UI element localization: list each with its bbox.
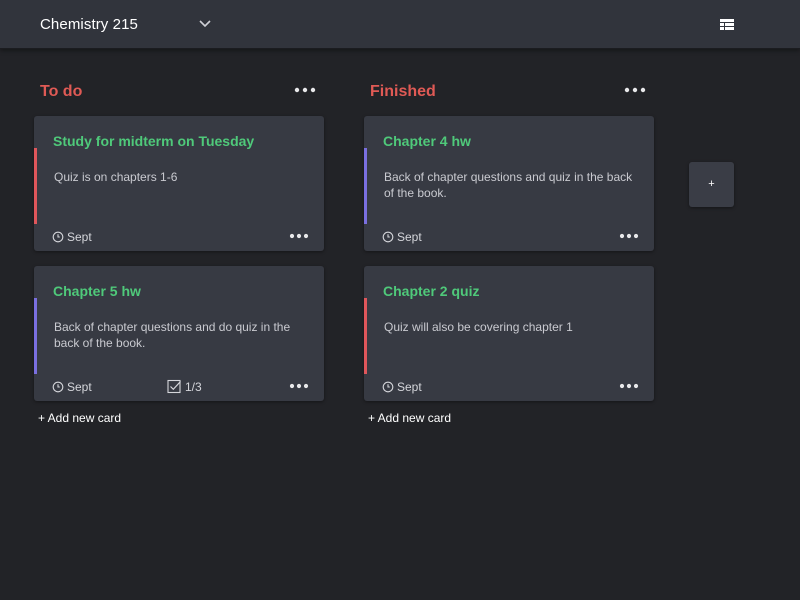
column-header: Finished — [364, 80, 656, 116]
more-horizontal-icon[interactable] — [624, 83, 646, 97]
card-title: Chapter 5 hw — [53, 283, 141, 299]
card-label-stripe — [34, 148, 37, 224]
card-description: Back of chapter questions and do quiz in… — [54, 320, 291, 350]
column-finished: Finished Chapter 4 hw Back of chapter qu… — [364, 80, 656, 425]
more-horizontal-icon[interactable] — [289, 379, 309, 391]
column-title[interactable]: Finished — [370, 83, 436, 101]
card-title: Chapter 2 quiz — [383, 283, 480, 299]
card-title: Chapter 4 hw — [383, 133, 471, 149]
card[interactable]: Study for midterm on Tuesday Quiz is on … — [34, 116, 324, 251]
clock-icon — [382, 231, 394, 243]
add-card-button[interactable]: + Add new card — [38, 411, 121, 425]
card-due-date[interactable]: Sept — [52, 380, 92, 394]
card-label-stripe — [364, 148, 367, 224]
more-horizontal-icon[interactable] — [289, 229, 309, 241]
column-header: To do — [34, 80, 326, 116]
card[interactable]: Chapter 2 quiz Quiz will also be coverin… — [364, 266, 654, 401]
column-todo: To do Study for midterm on Tuesday Quiz … — [34, 80, 326, 425]
card-date-text: Sept — [397, 230, 422, 244]
clock-icon — [382, 381, 394, 393]
card-date-text: Sept — [67, 230, 92, 244]
card-title: Study for midterm on Tuesday — [53, 133, 255, 149]
more-horizontal-icon[interactable] — [294, 83, 316, 97]
clock-icon — [52, 231, 64, 243]
column-title[interactable]: To do — [40, 83, 82, 101]
card[interactable]: Chapter 5 hw Back of chapter questions a… — [34, 266, 324, 401]
more-horizontal-icon[interactable] — [619, 229, 639, 241]
card-description: Back of chapter questions and quiz in th… — [384, 170, 633, 200]
card-checklist[interactable]: 1/3 — [167, 379, 202, 394]
card-due-date[interactable]: Sept — [52, 230, 92, 244]
card-description: Quiz is on chapters 1-6 — [54, 170, 178, 184]
checklist-count: 1/3 — [185, 379, 202, 394]
card[interactable]: Chapter 4 hw Back of chapter questions a… — [364, 116, 654, 251]
card-label-stripe — [364, 298, 367, 374]
clock-icon — [52, 381, 64, 393]
add-card-button[interactable]: + Add new card — [368, 411, 451, 425]
board-title[interactable]: Chemistry 215 — [40, 16, 138, 33]
checkbox-icon — [167, 379, 182, 394]
more-horizontal-icon[interactable] — [619, 379, 639, 391]
list-menu-icon[interactable] — [719, 18, 735, 32]
card-label-stripe — [34, 298, 37, 374]
add-column-button[interactable]: + — [689, 162, 734, 207]
card-date-text: Sept — [67, 380, 92, 394]
card-due-date[interactable]: Sept — [382, 380, 422, 394]
card-date-text: Sept — [397, 380, 422, 394]
card-description: Quiz will also be covering chapter 1 — [384, 320, 573, 334]
chevron-down-icon[interactable] — [196, 16, 214, 32]
card-due-date[interactable]: Sept — [382, 230, 422, 244]
top-bar: Chemistry 215 — [0, 0, 800, 49]
